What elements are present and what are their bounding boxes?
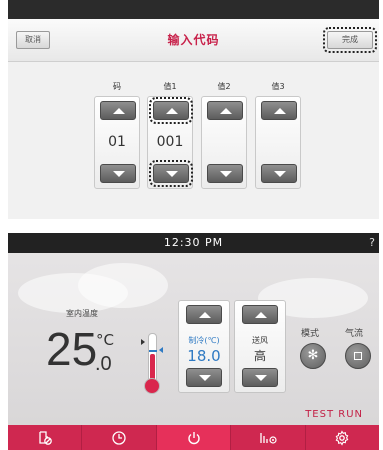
- value2-stepper: [201, 96, 247, 189]
- room-temp-value: 25: [46, 323, 98, 375]
- page-title: 输入代码: [167, 33, 220, 47]
- status-bar: 12:30 PM ?: [8, 233, 379, 253]
- main-control-screen: 12:30 PM ? 室内温度 25 .0 °C 制冷(℃) 18.0 送风 高…: [8, 233, 379, 450]
- code-entry-screen: 取消 输入代码 完成 码 01 值1 001 值2 值3: [8, 0, 379, 219]
- value3-stepper: [255, 96, 301, 189]
- fan-down-button[interactable]: [242, 368, 278, 387]
- arrow-up-icon: [274, 108, 286, 114]
- done-button[interactable]: 完成: [323, 27, 377, 53]
- test-run-indicator: TEST RUN: [305, 409, 363, 420]
- snowflake-icon: ✻: [307, 348, 319, 363]
- code-up-button[interactable]: [100, 101, 136, 120]
- power-icon: [187, 431, 200, 444]
- setpoint-down-button[interactable]: [186, 368, 222, 387]
- mode-button[interactable]: ✻: [300, 343, 326, 369]
- room-temp-label: 室内温度: [66, 309, 98, 318]
- value3-column: 值3: [255, 81, 301, 189]
- setpoint-marker-line: [149, 350, 157, 352]
- code-column: 码 01: [94, 81, 140, 189]
- setpoint-up-button[interactable]: [186, 305, 222, 324]
- code-stepper: 01: [94, 96, 140, 189]
- setpoint-stepper: 制冷(℃) 18.0: [178, 300, 230, 393]
- clock: 12:30 PM: [163, 236, 224, 249]
- value2-up-button[interactable]: [207, 101, 243, 120]
- arrow-down-icon: [199, 375, 211, 381]
- value1-column: 值1 001: [147, 81, 193, 189]
- fan-label: 送风: [252, 336, 268, 345]
- arrow-up-icon: [113, 108, 125, 114]
- top-status-bar: [8, 0, 379, 19]
- value2-label: 值2: [217, 82, 231, 91]
- value2-column: 值2: [201, 81, 247, 189]
- filter-icon: [39, 430, 52, 445]
- arrow-up-icon: [199, 312, 211, 318]
- nav-settings[interactable]: [306, 425, 379, 450]
- fan-stepper: 送风 高: [234, 300, 286, 393]
- arrow-down-icon: [113, 171, 125, 177]
- fan-value: 高: [253, 349, 266, 363]
- arrow-up-icon: [166, 108, 178, 114]
- nav-energy[interactable]: [231, 425, 306, 450]
- setpoint-value: 18.0: [187, 347, 221, 365]
- room-temp-unit: °C: [96, 331, 114, 349]
- thermometer-icon: [148, 333, 157, 383]
- arrow-up-icon: [220, 108, 232, 114]
- mode-label: 模式: [301, 329, 320, 339]
- value2-down-button[interactable]: [207, 164, 243, 183]
- arrow-down-icon: [274, 171, 286, 177]
- code-value: 01: [108, 134, 126, 150]
- code-label: 码: [113, 82, 121, 91]
- airflow-button[interactable]: [345, 343, 371, 369]
- cloud-decoration: [78, 263, 168, 308]
- value1-up-button[interactable]: [149, 97, 193, 124]
- arrow-down-icon: [166, 171, 178, 177]
- value3-up-button[interactable]: [261, 101, 297, 120]
- nav-filter[interactable]: [8, 425, 83, 450]
- value3-down-button[interactable]: [261, 164, 297, 183]
- fan-up-button[interactable]: [242, 305, 278, 324]
- help-button[interactable]: ?: [369, 236, 375, 249]
- code-down-button[interactable]: [100, 164, 136, 183]
- value1-down-button[interactable]: [149, 160, 193, 187]
- arrow-up-icon: [255, 312, 267, 318]
- code-header: 取消 输入代码 完成: [8, 19, 379, 62]
- value1-label: 值1: [163, 82, 177, 91]
- energy-icon: [260, 432, 277, 444]
- nav-schedule[interactable]: [82, 425, 157, 450]
- airflow-label: 气流: [345, 329, 364, 339]
- square-icon: [354, 352, 362, 360]
- value1-value: 001: [156, 134, 184, 150]
- settings-icon: [335, 429, 349, 446]
- arrow-down-icon: [220, 171, 232, 177]
- value1-stepper: 001: [147, 96, 193, 189]
- clock-icon: [112, 430, 126, 445]
- setpoint-label: 制冷(℃): [188, 336, 220, 345]
- value3-label: 值3: [271, 82, 285, 91]
- room-temp-decimal: .0: [95, 353, 112, 375]
- current-temp-marker-icon: [141, 339, 145, 345]
- nav-power[interactable]: [156, 425, 232, 450]
- bottom-nav: [8, 425, 379, 450]
- thermometer-bulb: [144, 378, 160, 394]
- arrow-down-icon: [255, 375, 267, 381]
- setpoint-marker-icon: [159, 347, 163, 353]
